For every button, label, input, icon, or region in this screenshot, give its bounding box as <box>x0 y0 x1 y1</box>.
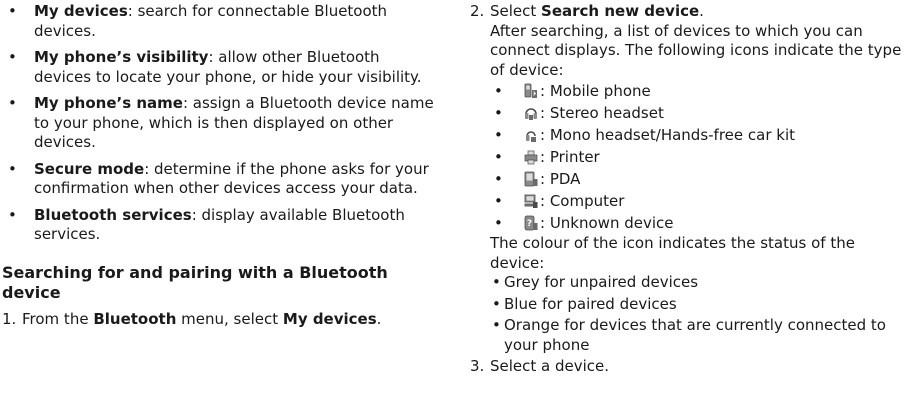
device-type-item: : Mono headset/Hands-free car kit <box>490 124 908 146</box>
colour-description: The colour of the icon indicates the sta… <box>490 234 855 272</box>
option-bluetooth-services: Bluetooth services: display available Bl… <box>2 206 438 245</box>
status-item: Orange for devices that are currently co… <box>490 316 908 355</box>
section-heading: Searching for and pairing with a Bluetoo… <box>2 262 388 302</box>
option-visibility: My phone’s visibility: allow other Bluet… <box>2 48 438 87</box>
bluetooth-options-list: My devices: search for connectable Bluet… <box>2 2 438 245</box>
option-secure-mode: Secure mode: determine if the phone asks… <box>2 160 438 199</box>
computer-icon <box>524 194 538 208</box>
step-1: 1. From the Bluetooth menu, select My de… <box>2 309 382 328</box>
step-3: 3. Select a device. <box>470 357 610 375</box>
manual-page: My devices: search for connectable Bluet… <box>0 0 910 420</box>
step-number: 2. <box>470 2 485 20</box>
device-type-item: : Stereo headset <box>490 102 908 124</box>
right-column: 2. Select Search new device. After searc… <box>470 2 908 377</box>
device-type-list: : Mobile phone : Stereo headset : Mono h… <box>490 80 908 234</box>
left-column: My devices: search for connectable Bluet… <box>2 2 438 329</box>
device-type-item: : Computer <box>490 190 908 212</box>
device-type-item: ?: Unknown device <box>490 212 908 234</box>
printer-icon <box>524 150 538 165</box>
step-number: 3. <box>470 357 485 375</box>
step-2-description: After searching, a list of devices to wh… <box>490 21 902 79</box>
svg-text:?: ? <box>527 219 532 229</box>
device-type-item: : Mobile phone <box>490 80 908 102</box>
stereo-headset-icon <box>525 108 537 120</box>
status-colour-list: Grey for unpaired devices Blue for paire… <box>490 273 908 355</box>
unknown-device-icon: ? <box>524 215 538 231</box>
device-type-item: : PDA <box>490 168 908 190</box>
status-item: Blue for paired devices <box>490 295 908 315</box>
step-number: 1. <box>2 309 17 328</box>
option-phone-name: My phone’s name: assign a Bluetooth devi… <box>2 94 438 153</box>
mobile-phone-icon <box>524 83 537 98</box>
pda-icon <box>524 171 538 187</box>
option-my-devices: My devices: search for connectable Bluet… <box>2 2 438 41</box>
device-type-item: : Printer <box>490 146 908 168</box>
step-2: 2. Select Search new device. After searc… <box>470 2 908 355</box>
mono-headset-icon <box>526 131 536 142</box>
status-item: Grey for unpaired devices <box>490 273 908 293</box>
